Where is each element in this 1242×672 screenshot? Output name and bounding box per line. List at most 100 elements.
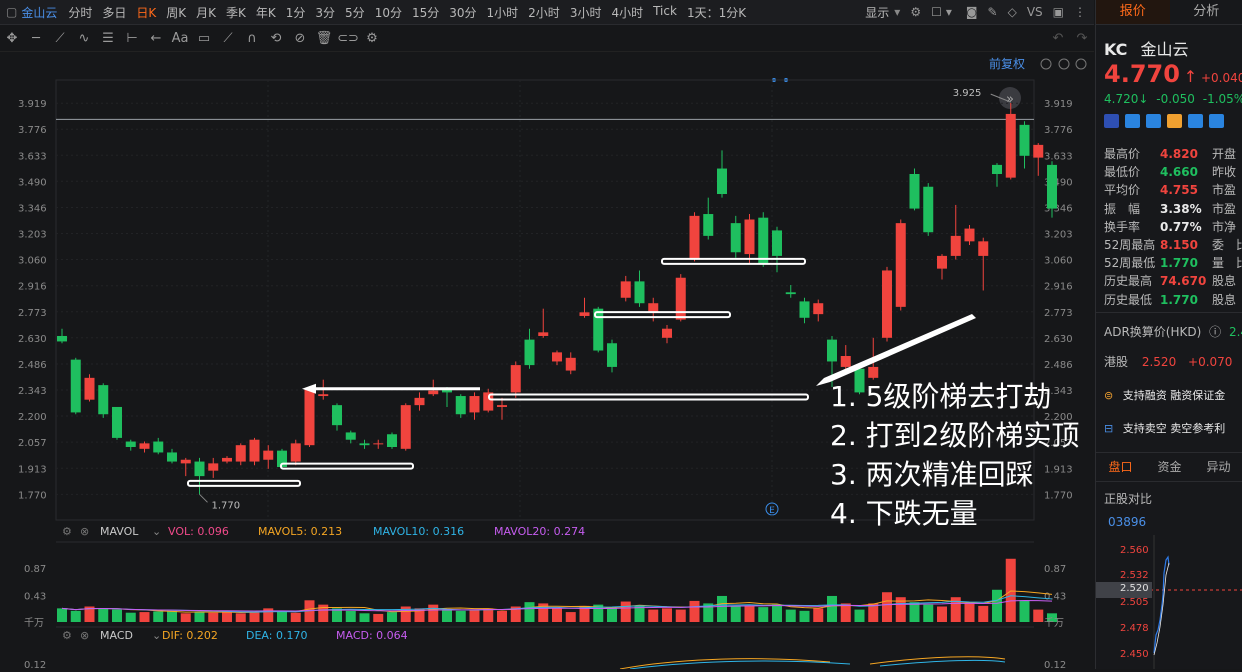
mavol-title[interactable]: MAVOL xyxy=(100,525,139,538)
camera-icon[interactable]: ◙ xyxy=(966,5,978,19)
option-icon[interactable] xyxy=(1167,114,1182,128)
diagonal-arrow[interactable] xyxy=(816,314,976,386)
margin-label[interactable]: 支持融资 融资保证金 xyxy=(1123,389,1226,402)
timeframe-tab-3[interactable]: 周K xyxy=(161,4,191,21)
checkbox-icon[interactable]: ☐ xyxy=(931,5,942,19)
ladder-bar[interactable] xyxy=(489,394,808,399)
stock-name-tab[interactable]: 金山云 xyxy=(21,4,57,21)
volume-y-tick-left: 0.43 xyxy=(24,591,46,602)
short-label[interactable]: 支持卖空 卖空参考利 xyxy=(1123,422,1226,435)
timeframe-tab-0[interactable]: 分时 xyxy=(63,4,97,21)
dollar-icon[interactable] xyxy=(1146,114,1161,128)
mini-intraday-chart[interactable]: 2.5602.5322.5202.5052.4782.450 xyxy=(1096,535,1242,669)
timeframe-tab-17[interactable]: Tick xyxy=(648,4,682,21)
chart-svg[interactable]: 前复权 » E 3.9193.7763.6333.4903.3463.2033.… xyxy=(0,52,1094,669)
tab-analysis[interactable]: 分析 xyxy=(1170,0,1242,24)
timeframe-tab-1[interactable]: 多日 xyxy=(97,4,131,21)
trend-tool-icon[interactable]: ⟋ xyxy=(48,31,72,46)
volume-bars xyxy=(56,542,1057,622)
delete-icon[interactable]: 🗑 xyxy=(312,31,336,46)
timeframe-tab-13[interactable]: 1小时 xyxy=(482,4,524,21)
toolbar-settings-icon[interactable]: ⚙ xyxy=(360,31,384,46)
window-icon[interactable]: ▣ xyxy=(1053,5,1064,19)
timeframe-tab-4[interactable]: 月K xyxy=(191,4,221,21)
hk-label[interactable]: 港股 xyxy=(1104,355,1128,369)
link-icon[interactable]: ⊂⊃ xyxy=(336,31,360,46)
tab-capital[interactable]: 资金 xyxy=(1145,453,1194,481)
mavol-settings-icon[interactable]: ⚙ xyxy=(62,525,72,538)
text-tool-icon[interactable]: Aa xyxy=(168,31,192,46)
timeframe-tab-7[interactable]: 1分 xyxy=(281,4,311,21)
undo-icon[interactable]: ↶ xyxy=(1046,31,1070,46)
ruler-icon[interactable]: ⟋ xyxy=(216,31,240,46)
pen-icon[interactable]: ✎ xyxy=(988,5,998,19)
vs-button[interactable]: VS xyxy=(1027,5,1043,19)
flag-icon[interactable] xyxy=(1209,114,1224,128)
ladder-bar[interactable] xyxy=(281,464,413,469)
arrow-tool-icon[interactable]: ← xyxy=(144,31,168,46)
mavol-close-icon[interactable]: ⊗ xyxy=(80,525,89,538)
hide-icon[interactable]: ⊘ xyxy=(288,31,312,46)
timeframe-tab-2[interactable]: 日K xyxy=(131,4,161,21)
mavol-chevron-icon[interactable]: ⌄ xyxy=(152,525,161,538)
redo-icon[interactable]: ↷ xyxy=(1070,31,1094,46)
tab-quote[interactable]: 报价 xyxy=(1096,0,1170,24)
stat-label-2: 量 比 xyxy=(1212,256,1242,270)
tab-orderbook[interactable]: 盘口 xyxy=(1096,453,1145,481)
macd-title[interactable]: MACD xyxy=(100,629,133,642)
window-menu-icon[interactable]: ▢ xyxy=(6,5,17,19)
sync-icon[interactable]: ⟲ xyxy=(264,31,288,46)
range-tool-icon[interactable]: ⊢ xyxy=(120,31,144,46)
adjust-mode-link[interactable]: 前复权 xyxy=(989,56,1025,71)
magnet-icon[interactable]: ∩ xyxy=(240,31,264,46)
macd-settings-icon[interactable]: ⚙ xyxy=(62,629,72,642)
more-icon[interactable]: ⋮ xyxy=(1074,5,1086,19)
volume-bar xyxy=(731,607,741,623)
eraser-icon[interactable]: ◇ xyxy=(1008,5,1017,19)
double-chevron-icon[interactable]: » xyxy=(1006,92,1014,107)
macd-chevron-icon[interactable]: ⌄ xyxy=(152,629,161,642)
timeframe-tab-11[interactable]: 15分 xyxy=(407,4,444,21)
tab-unusual[interactable]: 异动 xyxy=(1194,453,1242,481)
timeframe-tab-18[interactable]: 1天：1分K xyxy=(682,4,751,21)
timeframe-tab-9[interactable]: 5分 xyxy=(340,4,370,21)
timeframe-tab-10[interactable]: 10分 xyxy=(370,4,407,21)
timeframe-tab-14[interactable]: 2小时 xyxy=(523,4,565,21)
dif-value: DIF: 0.202 xyxy=(162,629,218,642)
stat-label-2: 市盈 xyxy=(1212,183,1236,197)
y-tick-left: 1.913 xyxy=(18,464,47,475)
timeframe-tab-5[interactable]: 季K xyxy=(221,4,251,21)
candle-body xyxy=(703,214,713,236)
ladder-bar[interactable] xyxy=(595,312,730,317)
ladder-bar[interactable] xyxy=(662,259,805,264)
stat-row: 历史最高74.670股息 xyxy=(1104,272,1236,289)
candle-body xyxy=(456,396,466,414)
chart-area[interactable]: 前复权 » E 3.9193.7763.6333.4903.3463.2033.… xyxy=(0,52,1094,669)
us-flag-icon[interactable] xyxy=(1104,114,1119,128)
wave-tool-icon[interactable]: ∿ xyxy=(72,31,96,46)
tag-icon[interactable] xyxy=(1188,114,1203,128)
compare-code[interactable]: 03896 xyxy=(1108,515,1146,529)
fib-tool-icon[interactable]: ☰ xyxy=(96,31,120,46)
line-tool-icon[interactable]: ─ xyxy=(24,31,48,46)
timeframe-tab-8[interactable]: 3分 xyxy=(310,4,340,21)
chevron-down-icon[interactable]: ▾ xyxy=(946,5,952,19)
info-icon[interactable]: ⓘ xyxy=(1209,325,1221,339)
zoom-in-icon[interactable] xyxy=(1076,59,1086,69)
crosshair-icon[interactable]: ✥ xyxy=(0,31,24,46)
candle-body xyxy=(896,223,906,307)
macd-close-icon[interactable]: ⊗ xyxy=(80,629,89,642)
zoom-out-icon[interactable] xyxy=(1059,59,1069,69)
timeframe-tab-15[interactable]: 3小时 xyxy=(565,4,607,21)
display-menu[interactable]: 显示 xyxy=(860,4,894,21)
ladder-bar[interactable] xyxy=(188,481,300,486)
comment-tool-icon[interactable]: ▭ xyxy=(192,31,216,46)
reset-icon[interactable] xyxy=(1041,59,1051,69)
lightning-icon[interactable] xyxy=(1125,114,1140,128)
timeframe-tab-16[interactable]: 4小时 xyxy=(606,4,648,21)
display-chevron-icon[interactable]: ▾ xyxy=(894,5,900,19)
settings-icon[interactable]: ⚙ xyxy=(910,5,921,19)
timeframe-tab-12[interactable]: 30分 xyxy=(444,4,481,21)
timeframe-tab-6[interactable]: 年K xyxy=(251,4,281,21)
candle-body xyxy=(786,292,796,294)
